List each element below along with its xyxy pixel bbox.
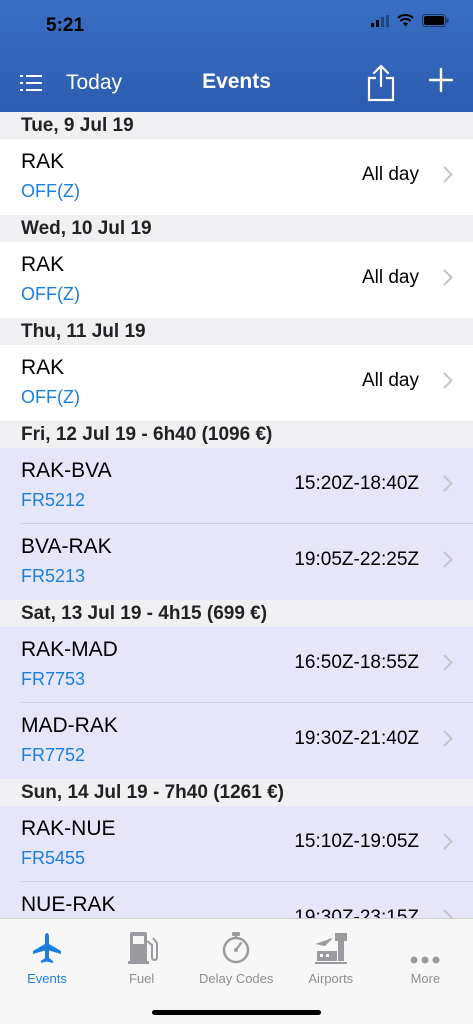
disclosure-chevron <box>443 909 453 918</box>
section-header-date: Sun, 14 Jul 19 - 7h40 (1261 €) <box>0 779 473 806</box>
navigation-bar: 5:21 Today Events <box>0 0 473 112</box>
day-off-row[interactable]: RAK OFF(Z) All day <box>0 242 473 318</box>
chevron-right-icon <box>443 475 453 492</box>
flight-row[interactable]: MAD-RAK FR7752 19:30Z-21:40Z <box>0 703 473 779</box>
event-route: RAK <box>21 150 65 173</box>
event-code: OFF(Z) <box>21 284 80 304</box>
day-off-row[interactable]: RAK OFF(Z) All day <box>0 345 473 421</box>
flight-row[interactable]: RAK-BVA FR5212 15:20Z-18:40Z <box>0 448 473 524</box>
tab-more[interactable]: More <box>378 929 472 986</box>
tab-delay-codes[interactable]: Delay Codes <box>189 929 283 986</box>
disclosure-chevron <box>443 269 453 291</box>
event-route: BVA-RAK <box>21 535 112 558</box>
page-title: Events <box>202 70 271 93</box>
flight-row[interactable]: RAK-NUE FR5455 15:10Z-19:05Z <box>0 806 473 882</box>
chevron-right-icon <box>443 166 453 183</box>
chevron-right-icon <box>443 909 453 918</box>
add-button[interactable] <box>428 67 454 98</box>
event-route: RAK-BVA <box>21 459 112 482</box>
event-time: 19:05Z-22:25Z <box>294 549 419 570</box>
chevron-right-icon <box>443 372 453 389</box>
flight-row[interactable]: RAK-MAD FR7753 16:50Z-18:55Z <box>0 627 473 703</box>
event-route: RAK-MAD <box>21 638 118 661</box>
home-indicator <box>152 1010 321 1015</box>
flight-row[interactable]: NUE-RAK 19:30Z-23:15Z <box>0 882 473 918</box>
event-route: RAK-NUE <box>21 817 116 840</box>
events-list[interactable]: Tue, 9 Jul 19 RAK OFF(Z) All day Wed, 10 Jul… <box>0 112 473 918</box>
event-route: NUE-RAK <box>21 893 116 916</box>
stopwatch-icon <box>189 929 283 965</box>
tab-label: Events <box>27 971 67 986</box>
event-time: All day <box>361 370 419 391</box>
battery-icon <box>422 14 449 27</box>
status-time: 5:21 <box>46 15 85 36</box>
event-code: FR7753 <box>21 669 86 689</box>
chevron-right-icon <box>443 551 453 568</box>
flight-row[interactable]: BVA-RAK FR5213 19:05Z-22:25Z <box>0 524 473 600</box>
plus-icon <box>428 67 454 93</box>
event-time: 19:30Z-23:15Z <box>294 907 419 918</box>
section-header-date: Sat, 13 Jul 19 - 4h15 (699 €) <box>0 600 473 627</box>
tab-label: Airports <box>308 971 354 986</box>
event-time: 19:30Z-21:40Z <box>294 728 419 749</box>
event-time: All day <box>361 164 419 185</box>
disclosure-chevron <box>443 475 453 497</box>
chevron-right-icon <box>443 269 453 286</box>
disclosure-chevron <box>443 654 453 676</box>
chevron-right-icon <box>443 654 453 671</box>
event-code: FR5455 <box>21 848 86 868</box>
more-dots-icon <box>378 929 472 965</box>
airplane-icon <box>0 929 94 965</box>
event-route: RAK <box>21 356 65 379</box>
wifi-icon <box>397 14 414 27</box>
control-tower-icon <box>284 929 378 965</box>
event-code: FR7752 <box>21 745 86 765</box>
share-icon <box>367 64 395 102</box>
event-time: All day <box>361 267 419 288</box>
event-code: OFF(Z) <box>21 387 80 407</box>
tab-airports[interactable]: Airports <box>284 929 378 986</box>
day-off-row[interactable]: RAK OFF(Z) All day <box>0 139 473 215</box>
tab-label: Fuel <box>128 971 155 986</box>
tab-events[interactable]: Events <box>0 929 94 986</box>
event-route: RAK <box>21 253 65 276</box>
signal-icon <box>371 14 389 27</box>
disclosure-chevron <box>443 730 453 752</box>
event-route: MAD-RAK <box>21 714 118 737</box>
tab-bar: Events Fuel Delay Codes Airports More <box>0 918 473 1024</box>
event-code: OFF(Z) <box>21 181 80 201</box>
status-icons <box>371 14 449 27</box>
section-header-date: Thu, 11 Jul 19 <box>0 318 473 345</box>
event-code: FR5213 <box>21 566 86 586</box>
event-code: FR5212 <box>21 490 86 510</box>
tab-fuel[interactable]: Fuel <box>95 929 189 986</box>
disclosure-chevron <box>443 551 453 573</box>
disclosure-chevron <box>443 372 453 394</box>
event-time: 16:50Z-18:55Z <box>294 652 419 673</box>
section-header-date: Tue, 9 Jul 19 <box>0 112 473 139</box>
fuel-pump-icon <box>95 929 189 965</box>
disclosure-chevron <box>443 833 453 855</box>
tab-label: More <box>410 971 441 986</box>
chevron-right-icon <box>443 833 453 850</box>
disclosure-chevron <box>443 166 453 188</box>
section-header-date: Fri, 12 Jul 19 - 6h40 (1096 €) <box>0 421 473 448</box>
event-time: 15:20Z-18:40Z <box>294 473 419 494</box>
share-button[interactable] <box>366 64 396 107</box>
event-time: 15:10Z-19:05Z <box>294 831 419 852</box>
section-header-date: Wed, 10 Jul 19 <box>0 215 473 242</box>
tab-label: Delay Codes <box>198 971 274 986</box>
chevron-right-icon <box>443 730 453 747</box>
